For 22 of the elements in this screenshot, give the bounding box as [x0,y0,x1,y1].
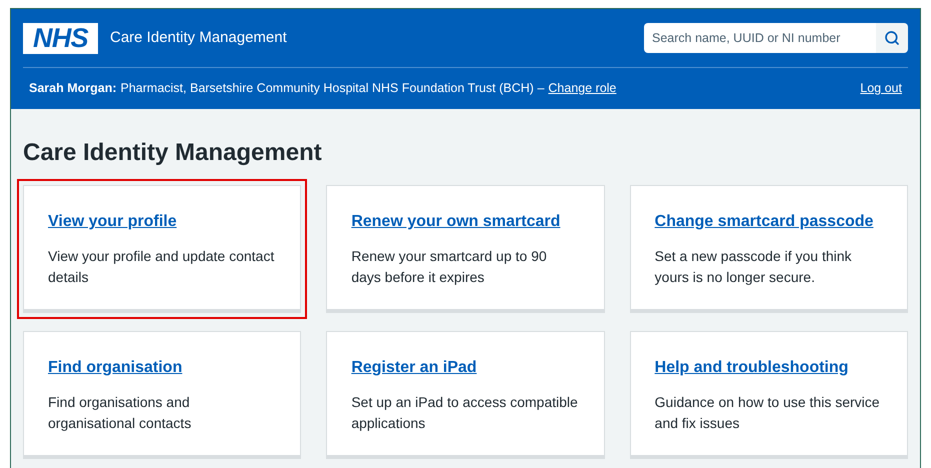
card-description: Set up an iPad to access compatible applications [351,393,579,433]
card-description: Renew your smartcard up to 90 days before it expires [351,247,548,287]
user-name: Sarah Morgan: [29,80,117,98]
card-description: Guidance on how to use this service and fix issues [654,393,881,433]
user-role: Pharmacist, Barsetshire Community Hospital NHS Foundation Trust (BCH) – [120,80,544,98]
card-link[interactable]: Help and troubleshooting [654,356,883,380]
card-link[interactable]: Renew your own smartcard [351,210,580,234]
search-button[interactable] [876,23,908,53]
card-link[interactable]: View your profile [48,210,276,234]
nhs-logo[interactable]: NHS [23,22,98,54]
change-role-link[interactable]: Change role [548,79,616,98]
service-name[interactable]: Care Identity Management [110,26,287,50]
card-link[interactable]: Find organisation [48,356,276,380]
search-icon [884,30,900,46]
card-description: Set a new passcode if you think yours is no longer secure. [654,247,853,287]
page-title: Care Identity Management [22,138,323,168]
search-field[interactable]: Search name, UUID or NI number [644,23,876,53]
log-out-link[interactable]: Log out [860,79,902,98]
card-description: View your profile and update contact details [48,247,276,287]
card-description: Find organisations and organisational contacts [48,393,192,433]
card-link[interactable]: Change smartcard passcode [654,210,883,234]
card-link[interactable]: Register an iPad [351,356,580,380]
